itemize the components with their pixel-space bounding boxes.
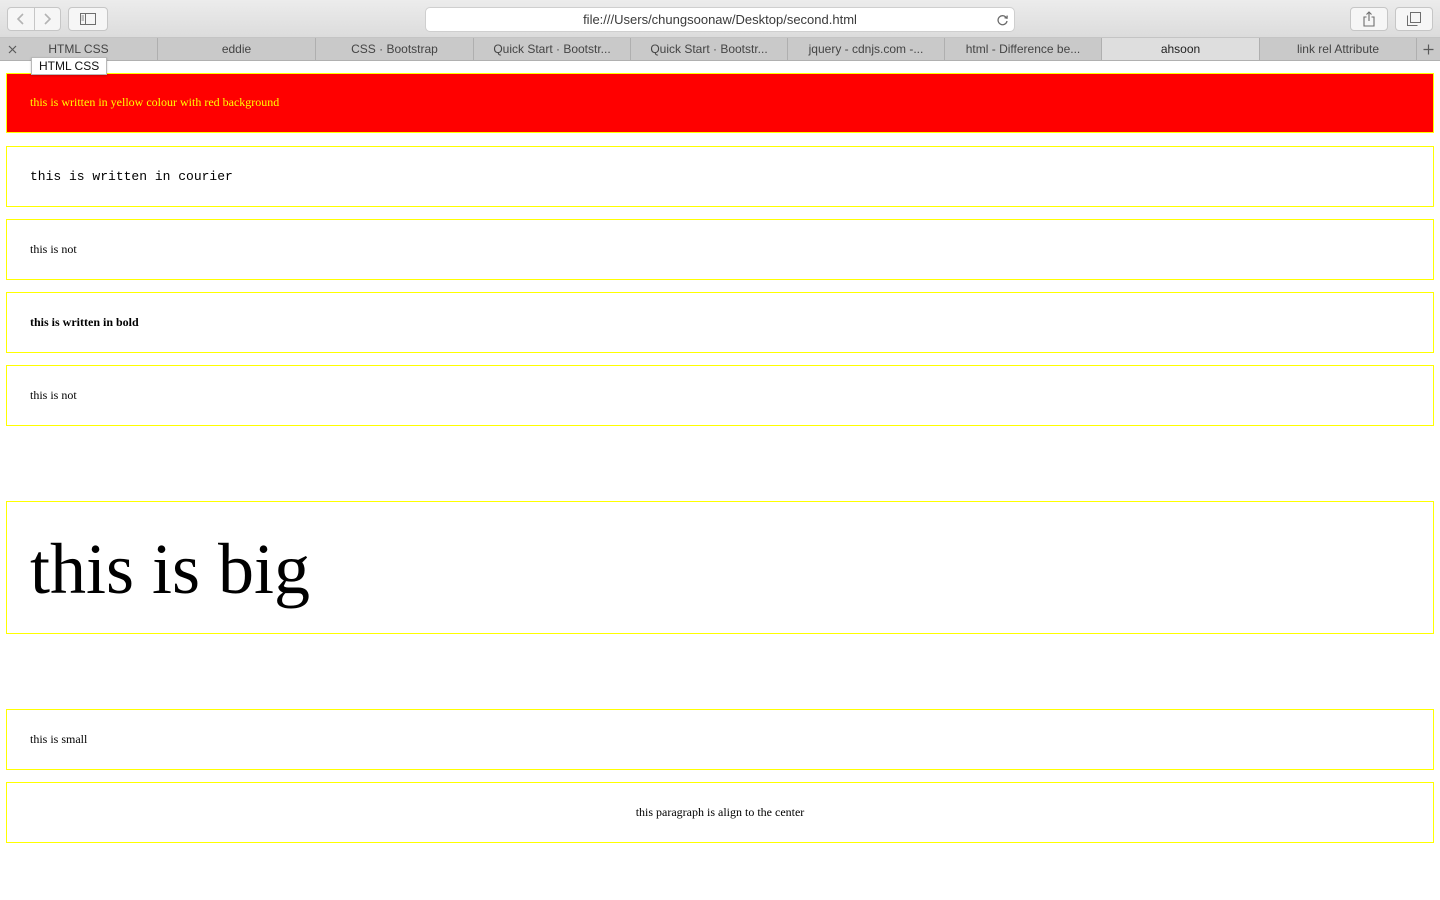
tab-eddie[interactable]: eddie	[158, 38, 316, 60]
back-button[interactable]	[8, 8, 34, 30]
share-icon	[1363, 11, 1375, 27]
navigation-buttons	[7, 7, 61, 31]
tab-link-rel[interactable]: link rel Attribute	[1260, 38, 1417, 60]
address-text: file:///Users/chungsoonaw/Desktop/second…	[583, 12, 857, 27]
tab-overview-icon	[1407, 12, 1421, 26]
tab-label: ahsoon	[1160, 42, 1201, 56]
chevron-left-icon	[16, 13, 24, 25]
close-icon	[8, 45, 16, 53]
tab-bar: HTML CSS eddie CSS · Bootstrap Quick Sta…	[0, 38, 1440, 61]
reload-button[interactable]	[994, 12, 1010, 28]
paragraph-yellow-on-red: this is written in yellow colour with re…	[6, 73, 1434, 133]
paragraph-courier: this is written in courier	[6, 146, 1434, 207]
tab-label: HTML CSS	[48, 42, 109, 56]
browser-toolbar: file:///Users/chungsoonaw/Desktop/second…	[0, 0, 1440, 38]
forward-button[interactable]	[33, 8, 60, 30]
paragraph-small: this is small	[6, 709, 1434, 770]
paragraph-bold: this is written in bold	[6, 292, 1434, 353]
tab-label: html - Difference be...	[965, 42, 1081, 56]
tab-label: CSS · Bootstrap	[351, 42, 438, 56]
chevron-right-icon	[44, 13, 52, 25]
tab-tooltip: HTML CSS	[31, 57, 108, 75]
reload-icon	[996, 14, 1008, 25]
tab-label: jquery - cdnjs.com -...	[808, 42, 924, 56]
plus-icon	[1423, 44, 1434, 54]
tab-css-bootstrap[interactable]: CSS · Bootstrap	[316, 38, 474, 60]
address-bar[interactable]: file:///Users/chungsoonaw/Desktop/second…	[425, 7, 1015, 32]
paragraph-big: this is big	[6, 501, 1434, 634]
new-tab-button[interactable]	[1417, 38, 1440, 60]
tab-label: Quick Start · Bootstr...	[493, 42, 611, 56]
close-tab-button[interactable]	[0, 38, 24, 60]
tab-html-difference[interactable]: html - Difference be...	[945, 38, 1102, 60]
sidebar-toggle-button[interactable]	[68, 7, 108, 31]
share-button[interactable]	[1350, 7, 1388, 31]
paragraph-plain: this is not	[6, 365, 1434, 426]
paragraph-centered: this paragraph is align to the center	[6, 782, 1434, 843]
tab-label: eddie	[221, 42, 252, 56]
tab-label: Quick Start · Bootstr...	[650, 42, 768, 56]
tab-quick-start-2[interactable]: Quick Start · Bootstr...	[631, 38, 788, 60]
sidebar-icon	[80, 13, 96, 25]
tab-quick-start-1[interactable]: Quick Start · Bootstr...	[474, 38, 631, 60]
tab-jquery-cdnjs[interactable]: jquery - cdnjs.com -...	[788, 38, 945, 60]
paragraph-plain: this is not	[6, 219, 1434, 280]
tab-label: link rel Attribute	[1296, 42, 1380, 56]
tab-overview-button[interactable]	[1395, 7, 1433, 31]
tab-ahsoon[interactable]: ahsoon	[1102, 38, 1260, 60]
